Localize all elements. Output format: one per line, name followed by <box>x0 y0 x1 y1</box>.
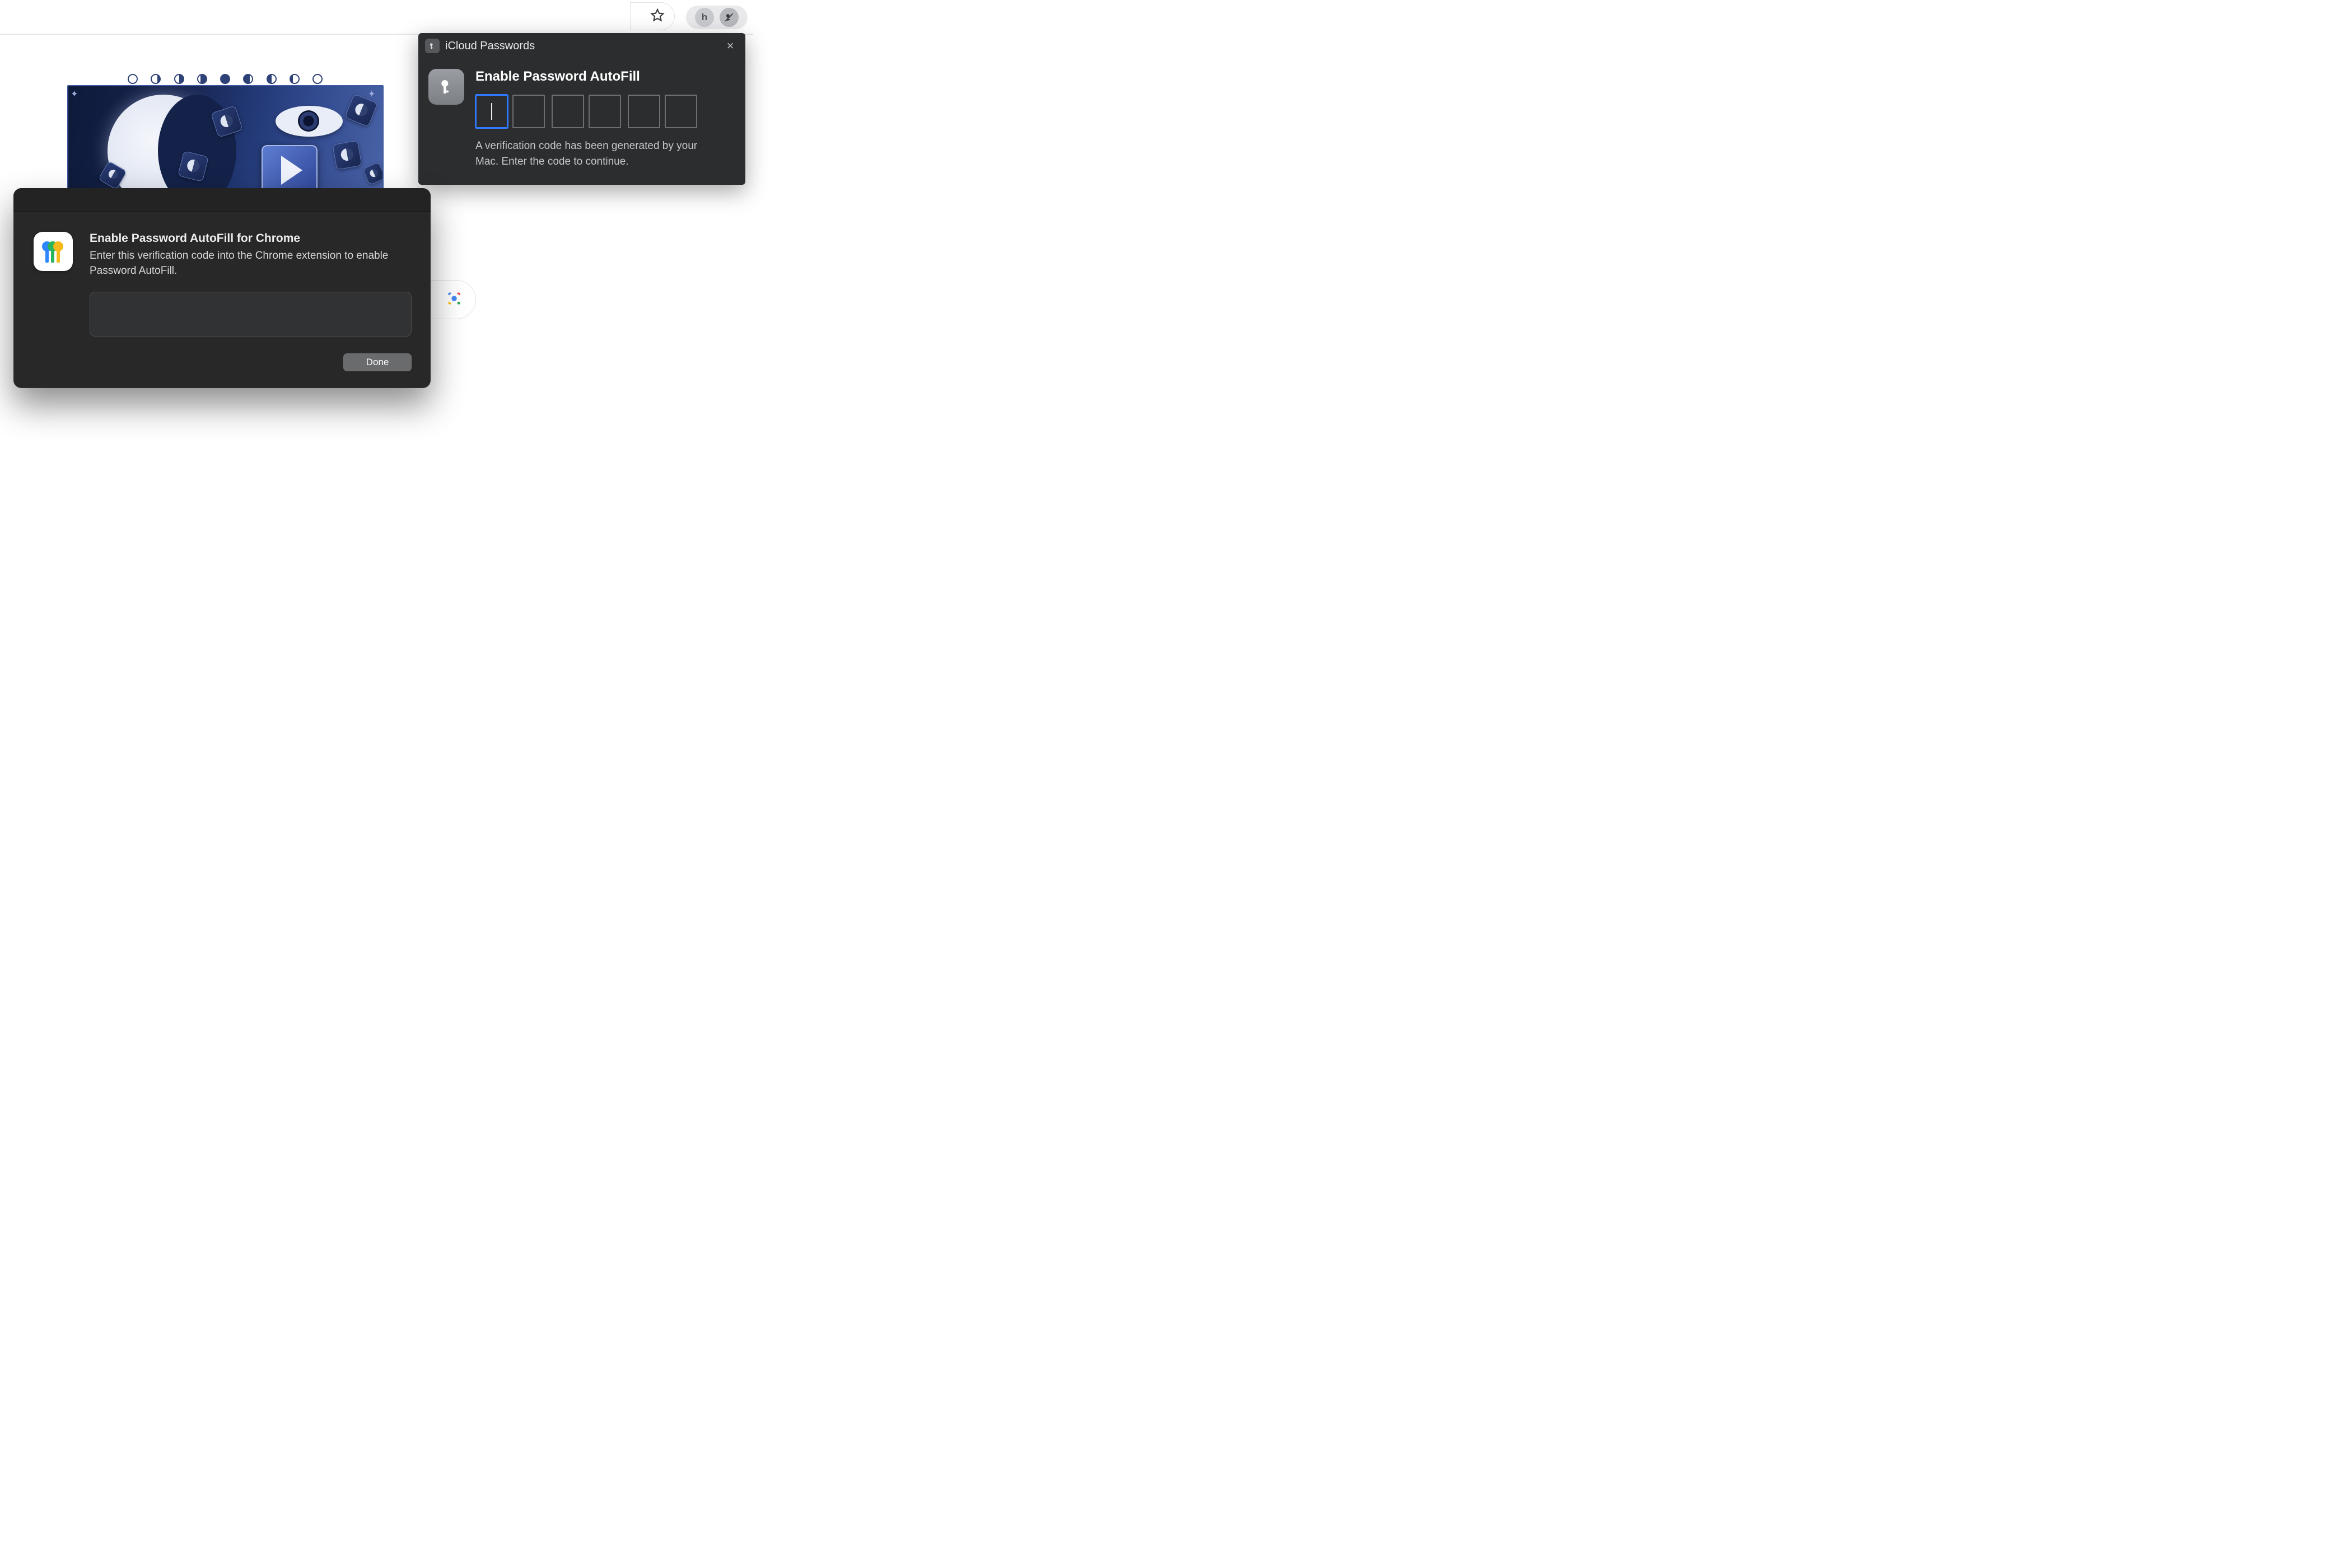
google-doodle[interactable]: ✦ ✦ <box>67 85 384 194</box>
dialog-subtext: Enter this verification code into the Ch… <box>90 249 392 278</box>
search-lens-button-area <box>426 280 476 319</box>
system-dialog: Enable Password AutoFill for Chrome Ente… <box>13 188 431 388</box>
dialog-footer: Done <box>13 353 431 388</box>
doodle-moon-phase-row <box>69 74 381 84</box>
popup-header: iCloud Passwords × <box>418 33 745 59</box>
popup-body: Enable Password AutoFill A verification … <box>418 59 745 185</box>
code-box-1[interactable] <box>475 95 508 128</box>
doodle-play-button[interactable] <box>262 145 318 194</box>
popup-hint: A verification code has been generated b… <box>475 138 705 169</box>
google-lens-icon[interactable] <box>446 291 462 309</box>
extension-honey-icon[interactable]: h <box>695 8 714 27</box>
doodle-tiles <box>68 86 382 193</box>
icloud-passwords-popup: iCloud Passwords × Enable Password AutoF… <box>418 33 745 185</box>
key-icon <box>425 39 440 53</box>
star-icon[interactable] <box>650 8 665 25</box>
dialog-body: Enable Password AutoFill for Chrome Ente… <box>13 212 431 353</box>
dialog-code-display <box>90 292 412 337</box>
close-icon: × <box>727 39 734 53</box>
extension-letter: h <box>702 12 707 23</box>
code-box-6[interactable] <box>665 95 697 128</box>
code-box-2[interactable] <box>512 95 545 128</box>
code-box-4[interactable] <box>589 95 621 128</box>
popup-heading: Enable Password AutoFill <box>475 69 731 85</box>
dialog-titlebar <box>13 188 431 212</box>
extensions-pill: h <box>686 6 748 29</box>
dialog-heading: Enable Password AutoFill for Chrome <box>90 232 412 245</box>
passwords-app-icon <box>428 69 464 105</box>
code-box-5[interactable] <box>628 95 660 128</box>
verification-code-input[interactable] <box>475 95 731 128</box>
passwords-color-icon <box>34 232 73 271</box>
done-button[interactable]: Done <box>343 353 412 371</box>
omnibox-bookmark-area <box>630 2 675 30</box>
extension-icloud-passwords-icon[interactable] <box>720 8 739 27</box>
chrome-toolbar: h <box>0 0 753 34</box>
code-box-3[interactable] <box>552 95 584 128</box>
close-button[interactable]: × <box>723 39 738 53</box>
popup-title: iCloud Passwords <box>445 40 717 53</box>
